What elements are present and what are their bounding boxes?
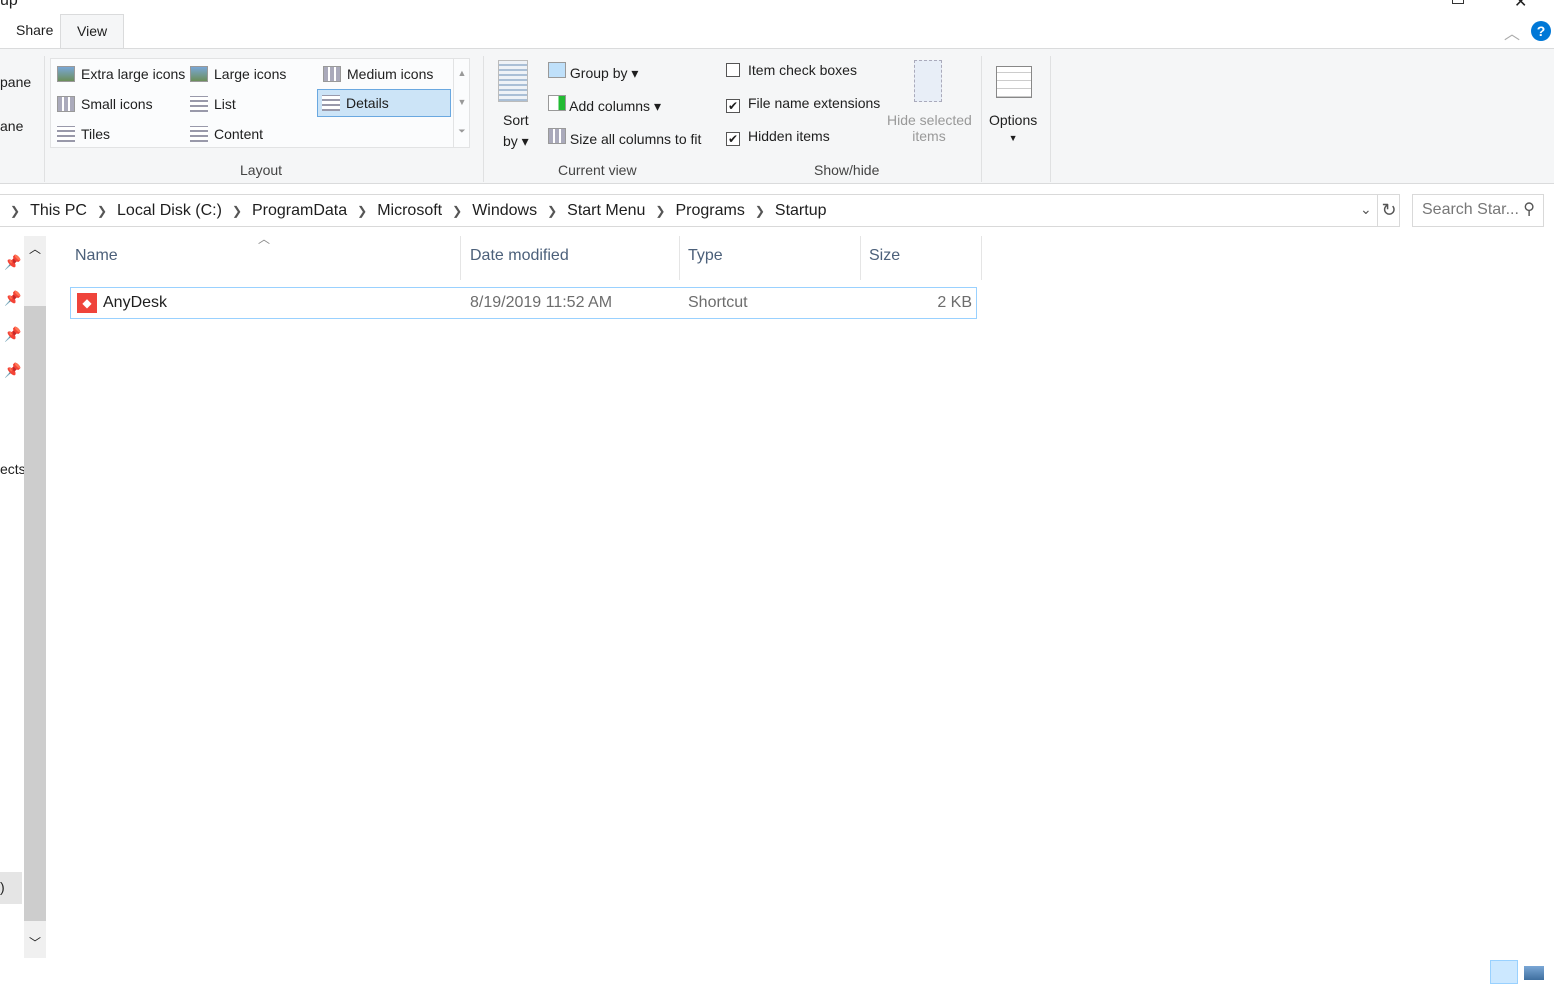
sort-ascending-icon: ︿ [258,232,271,246]
scroll-down-icon[interactable]: ﹀ [29,934,41,951]
restore-icon[interactable] [1452,0,1464,4]
address-dropdown-icon[interactable]: ⌄ [1360,201,1372,218]
layout-group-label: Layout [240,162,283,178]
close-icon[interactable]: ✕ [1514,0,1527,12]
hidden-items-toggle[interactable]: ✔ Hidden items [726,128,830,146]
layout-extra-large-icons[interactable]: Extra large icons [53,60,189,88]
address-bar[interactable]: ❯ This PC ❯ Local Disk (C:) ❯ ProgramData ❯… [0,194,1400,227]
group-by-icon [548,62,566,78]
layout-gallery: Extra large icons Large icons Medium ico… [50,58,470,148]
breadcrumb-item[interactable]: Programs [675,202,744,220]
window-title: up [0,0,18,9]
chevron-right-icon[interactable]: ❯ [97,204,107,218]
column-header-size[interactable]: Size [869,247,900,265]
layout-details[interactable]: Details [317,89,451,117]
checkbox-checked[interactable]: ✔ [726,132,740,146]
breadcrumb-item[interactable]: This PC [30,202,87,220]
checkbox-checked[interactable]: ✔ [726,99,740,113]
help-icon[interactable]: ? [1531,21,1551,41]
show-hide-group-label: Show/hide [814,162,880,178]
large-icons-icon [190,66,208,82]
item-check-boxes-toggle[interactable]: Item check boxes [726,62,857,78]
size-columns-icon [548,128,566,144]
tab-view[interactable]: View [60,14,125,49]
file-size: 2 KB [937,294,972,311]
sort-by-button-2[interactable]: by ▾ [503,133,529,150]
extra-large-icons-icon [57,66,75,82]
file-type: Shortcut [688,294,748,311]
sort-by-icon [498,60,528,102]
options-button[interactable]: Options ▼ [989,112,1037,144]
breadcrumb-item[interactable]: Startup [775,202,827,220]
layout-small-icons[interactable]: Small icons [53,90,157,118]
add-columns-icon [548,95,566,111]
tiles-icon [57,126,75,142]
chevron-right-icon[interactable]: ❯ [232,204,242,218]
file-name: AnyDesk [103,294,168,311]
file-name-extensions-toggle[interactable]: ✔ File name extensions [726,95,880,113]
layout-large-icons[interactable]: Large icons [186,60,290,88]
breadcrumb-item[interactable]: Microsoft [377,202,442,220]
file-date: 8/19/2019 11:52 AM [470,294,613,311]
options-icon [996,66,1032,98]
nav-item-objects[interactable]: ects [0,461,26,477]
scrollbar-thumb[interactable] [24,306,46,921]
medium-icons-icon [323,66,341,82]
layout-medium-icons[interactable]: Medium icons [319,60,437,88]
chevron-right-icon[interactable]: ❯ [10,204,20,218]
chevron-right-icon[interactable]: ❯ [357,204,367,218]
chevron-right-icon[interactable]: ❯ [755,204,765,218]
details-pane-button[interactable]: ane [0,118,23,134]
tab-share[interactable]: Share [0,14,69,49]
content-icon [190,126,208,142]
size-columns-button[interactable]: Size all columns to fit [548,128,701,147]
preview-pane-button[interactable]: pane [0,74,31,90]
breadcrumb-item[interactable]: Local Disk (C:) [117,202,222,220]
search-input[interactable]: Search Star... ⚲ [1412,194,1544,227]
search-icon: ⚲ [1523,201,1535,218]
hide-selected-button[interactable]: Hide selected items [887,112,972,144]
breadcrumb-item[interactable]: ProgramData [252,202,347,220]
breadcrumb-item[interactable]: Start Menu [567,202,645,220]
details-icon [322,95,340,111]
chevron-right-icon[interactable]: ❯ [452,204,462,218]
layout-tiles[interactable]: Tiles [53,120,114,148]
current-view-group-label: Current view [558,162,637,178]
sort-by-button[interactable]: Sort [503,112,529,128]
layout-content[interactable]: Content [186,120,267,148]
large-icons-view-button[interactable] [1524,966,1544,980]
group-by-button[interactable]: Group by ▾ [548,62,638,82]
nav-scrollbar[interactable]: ︿ ﹀ [24,236,46,958]
chevron-right-icon[interactable]: ❯ [655,204,665,218]
small-icons-icon [57,96,75,112]
refresh-icon[interactable]: ↻ [1377,195,1400,226]
gallery-scroll[interactable]: ▲ ▼ ⏷ [453,59,470,147]
chevron-right-icon[interactable]: ❯ [547,204,557,218]
breadcrumb: ❯ This PC ❯ Local Disk (C:) ❯ ProgramData ❯… [0,195,827,226]
breadcrumb-item[interactable]: Windows [472,202,537,220]
column-header-date[interactable]: Date modified [470,247,569,265]
column-header-name[interactable]: Name [75,247,118,265]
collapse-ribbon-icon[interactable]: ︿ [1504,20,1520,44]
list-icon [190,96,208,112]
layout-list[interactable]: List [186,90,240,118]
hide-selected-icon [914,60,942,102]
scroll-up-icon[interactable]: ︿ [29,240,41,257]
details-view-button[interactable] [1490,960,1518,984]
column-header-type[interactable]: Type [688,247,723,265]
nav-item-selected[interactable]: ) [0,872,22,904]
anydesk-shortcut-icon: ◆ [77,293,97,313]
file-row[interactable]: ◆ AnyDesk 8/19/2019 11:52 AM Shortcut 2 … [70,287,977,319]
checkbox[interactable] [726,63,740,77]
pin-icons: 📌 📌 📌 📌 [4,254,22,378]
add-columns-button[interactable]: Add columns ▾ [548,95,661,115]
